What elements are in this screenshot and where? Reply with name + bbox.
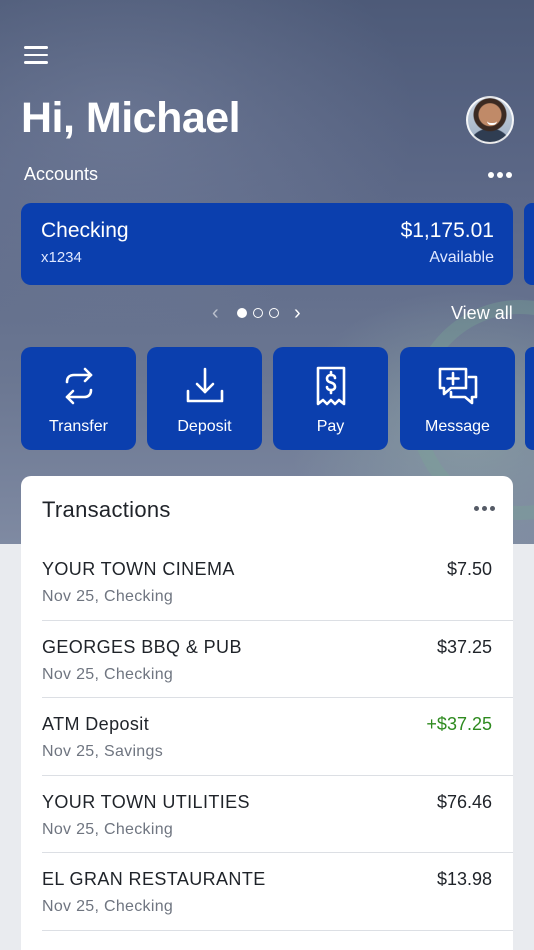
transactions-more-icon[interactable] <box>474 506 495 511</box>
pager-dot[interactable] <box>269 308 279 318</box>
transaction-meta: Nov 25, Savings <box>42 743 164 760</box>
transaction-meta: Nov 25, Checking <box>42 898 174 915</box>
deposit-label: Deposit <box>177 418 232 435</box>
pay-icon <box>316 366 346 406</box>
transaction-merchant: GEORGES BBQ & PUB <box>42 636 242 657</box>
account-balance-label: Available <box>429 249 494 266</box>
avatar[interactable] <box>466 96 514 144</box>
hamburger-menu-icon[interactable] <box>24 46 48 68</box>
transaction-merchant: YOUR TOWN UTILITIES <box>42 791 250 812</box>
next-account-card-peek[interactable] <box>524 203 534 285</box>
transaction-row[interactable]: YOUR TOWN CINEMA Nov 25, Checking $7.50 <box>42 543 513 621</box>
transactions-list: YOUR TOWN CINEMA Nov 25, Checking $7.50 … <box>21 543 513 931</box>
transaction-merchant: YOUR TOWN CINEMA <box>42 559 235 579</box>
greeting-title: Hi, Michael <box>21 94 241 142</box>
message-label: Message <box>425 418 490 435</box>
deposit-button[interactable]: Deposit <box>147 347 262 450</box>
transactions-title: Transactions <box>42 497 171 522</box>
pager-dot-active[interactable] <box>237 308 247 318</box>
transaction-amount-credit: +$37.25 <box>426 714 492 734</box>
transaction-amount: $37.25 <box>436 636 492 657</box>
message-icon <box>438 367 478 405</box>
pay-label: Pay <box>316 418 345 435</box>
transactions-panel: Transactions YOUR TOWN CINEMA Nov 25, Ch… <box>21 476 513 950</box>
deposit-icon <box>186 367 224 403</box>
account-balance: $1,175.01 <box>400 219 494 242</box>
transfer-button[interactable]: Transfer <box>21 347 136 450</box>
account-name: Checking <box>41 219 129 242</box>
chevron-left-icon[interactable]: ‹ <box>212 302 234 325</box>
account-number: x1234 <box>41 249 82 266</box>
next-action-peek[interactable] <box>525 347 534 450</box>
transfer-label: Transfer <box>49 418 108 435</box>
transaction-row[interactable]: GEORGES BBQ & PUB Nov 25, Checking $37.2… <box>42 621 513 698</box>
pay-button[interactable]: Pay <box>273 347 388 450</box>
transaction-row[interactable]: ATM Deposit Nov 25, Savings +$37.25 <box>42 698 513 776</box>
transaction-merchant: EL GRAN RESTAURANTE <box>42 869 266 889</box>
transfer-icon <box>65 367 93 405</box>
account-pager: ‹ › <box>212 302 316 324</box>
transaction-row[interactable]: EL GRAN RESTAURANTE Nov 25, Checking $13… <box>42 853 513 931</box>
transaction-meta: Nov 25, Checking <box>42 665 174 683</box>
accounts-more-icon[interactable] <box>488 170 514 180</box>
transaction-meta: Nov 25, Checking <box>42 588 174 605</box>
accounts-section-label: Accounts <box>24 164 99 184</box>
view-all-link[interactable]: View all <box>451 303 513 324</box>
pager-dot[interactable] <box>253 308 263 318</box>
account-card-checking[interactable]: Checking x1234 $1,175.01 Available <box>21 203 513 285</box>
transaction-amount: $7.50 <box>446 559 492 579</box>
message-button[interactable]: Message <box>400 347 515 450</box>
transaction-row[interactable]: YOUR TOWN UTILITIES Nov 25, Checking $76… <box>42 776 513 853</box>
chevron-right-icon[interactable]: › <box>294 302 316 325</box>
transaction-merchant: ATM Deposit <box>42 714 150 734</box>
transaction-amount: $13.98 <box>436 869 492 889</box>
transaction-amount: $76.46 <box>436 791 492 812</box>
transaction-meta: Nov 25, Checking <box>42 820 174 838</box>
